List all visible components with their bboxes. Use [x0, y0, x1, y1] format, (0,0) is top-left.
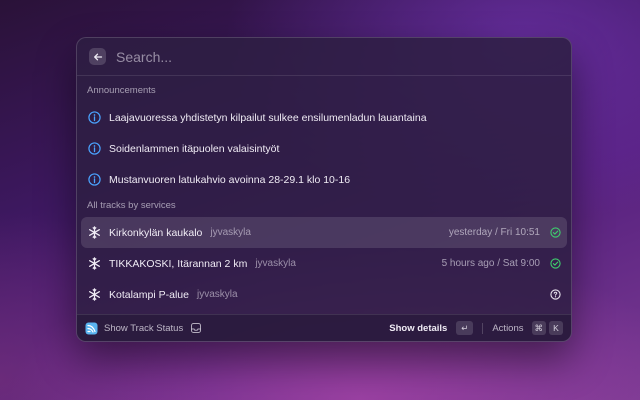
track-subtitle: jyvaskyla	[196, 289, 238, 300]
search-input[interactable]	[114, 47, 559, 66]
cmd-key-badge: ⌘	[531, 321, 546, 335]
track-updated-time: yesterday / Fri 10:51	[448, 227, 540, 238]
arrow-left-icon	[93, 53, 102, 60]
search-bar	[77, 38, 571, 76]
info-icon	[87, 142, 101, 156]
inbox-icon[interactable]	[190, 322, 202, 334]
announcement-title: Mustanvuoren latukahvio avoinna 28-29.1 …	[109, 173, 351, 186]
footer-divider	[482, 322, 484, 334]
check-circle-icon	[549, 258, 561, 270]
extension-title: Show Track Status	[104, 322, 184, 334]
extension-logo-icon	[85, 322, 98, 334]
question-circle-icon	[549, 289, 561, 301]
actions-button[interactable]: Actions	[492, 323, 523, 334]
info-icon	[87, 111, 101, 125]
track-title: Kotalampi P-alue	[109, 288, 189, 301]
track-updated-time: 5 hours ago / Sat 9:00	[441, 258, 540, 269]
section-header-tracks: All tracks by services	[87, 200, 176, 211]
announcement-title: Laajavuoressa yhdistetyn kilpailut sulke…	[109, 111, 427, 124]
list-item-announcement[interactable]: Laajavuoressa yhdistetyn kilpailut sulke…	[81, 102, 567, 133]
snowflake-icon	[87, 226, 101, 240]
list-item-announcement[interactable]: Mustanvuoren latukahvio avoinna 28-29.1 …	[81, 164, 567, 195]
snowflake-icon	[87, 288, 101, 302]
section-header-announcements: Announcements	[87, 85, 156, 96]
list-item-announcement[interactable]: Soidenlammen itäpuolen valaisintyöt	[81, 133, 567, 164]
track-subtitle: jyvaskyla	[210, 227, 251, 238]
action-bar: Show Track Status Show details ↵ Actions…	[77, 314, 571, 341]
k-key-badge: K	[549, 321, 563, 335]
info-icon	[87, 173, 101, 187]
snowflake-icon	[87, 257, 101, 271]
show-details-button[interactable]: Show details	[389, 323, 447, 334]
back-button[interactable]	[89, 48, 106, 65]
list-item-track[interactable]: TIKKAKOSKI, Itärannan 2 km jyvaskyla 5 h…	[81, 248, 567, 279]
enter-key-badge: ↵	[456, 321, 474, 335]
check-circle-icon	[549, 227, 561, 239]
track-title: Kirkonkylän kaukalo	[109, 226, 203, 239]
announcement-title: Soidenlammen itäpuolen valaisintyöt	[109, 142, 280, 155]
list-item-track[interactable]: Kirkonkylän kaukalo jyvaskyla yesterday …	[81, 217, 567, 248]
track-title: TIKKAKOSKI, Itärannan 2 km	[109, 257, 248, 270]
command-window: Announcements Laajavuoressa yhdistetyn k…	[76, 37, 572, 342]
list-item-track[interactable]: Kotalampi P-alue jyvaskyla	[81, 279, 567, 310]
track-subtitle: jyvaskyla	[255, 258, 296, 269]
